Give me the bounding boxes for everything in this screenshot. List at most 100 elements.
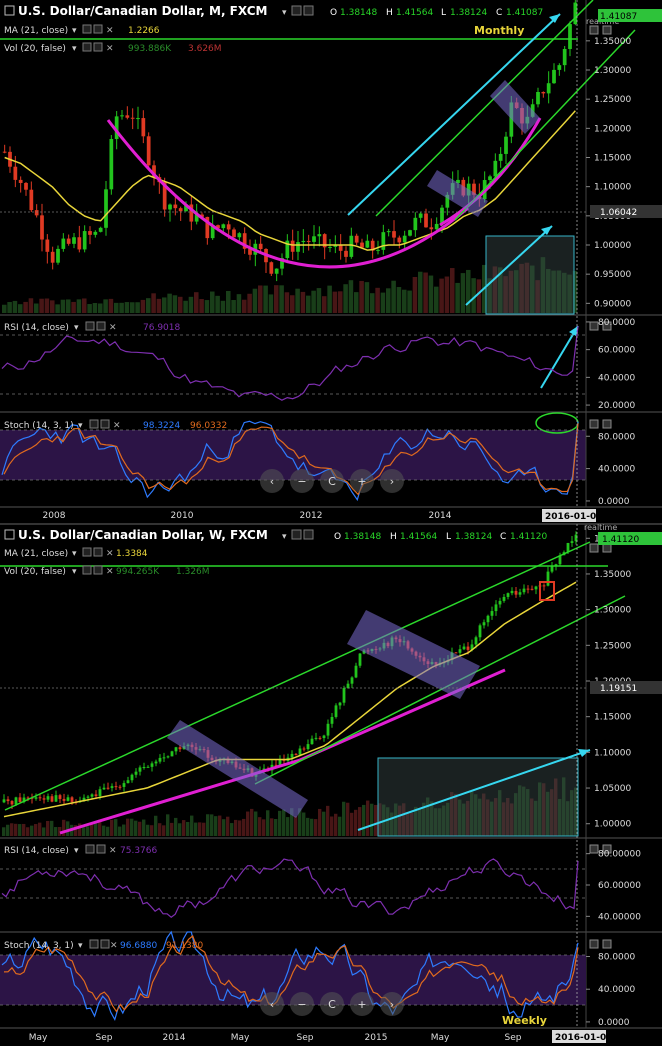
- volume-bar: [476, 279, 482, 313]
- weekly-rsi-label[interactable]: RSI (14, close): [4, 846, 69, 856]
- volume-bar: [279, 285, 284, 313]
- weekly-stoch-label[interactable]: Stoch (14, 3, 1): [4, 941, 74, 951]
- weekly-stoch-settings-icon[interactable]: [89, 939, 99, 949]
- volume-bar: [202, 822, 206, 836]
- volume-bar: [455, 282, 460, 313]
- weekly-ma-settings-icon[interactable]: [82, 547, 92, 557]
- monthly-vol-label[interactable]: Vol (20, false): [4, 44, 66, 54]
- nav-button-label[interactable]: +: [357, 998, 366, 1011]
- nav-button-label[interactable]: ‹: [270, 475, 274, 488]
- weekly-rsi-settings-icon[interactable]: [85, 844, 95, 854]
- volume-bar: [30, 825, 34, 836]
- nav-button-label[interactable]: −: [297, 998, 306, 1011]
- volume-bar: [358, 807, 362, 836]
- weekly-move-down-icon[interactable]: [602, 543, 612, 553]
- candle-body: [178, 208, 183, 212]
- candle-body: [546, 571, 550, 586]
- price-tick-label: 1.25000: [594, 95, 631, 105]
- volume-bar: [156, 298, 162, 313]
- monthly-rsi-gear-icon[interactable]: [96, 321, 106, 331]
- volume-bar: [7, 302, 12, 313]
- monthly-rsi-settings-icon[interactable]: [85, 321, 95, 331]
- volume-bar: [354, 809, 358, 836]
- monthly-ma-settings-icon[interactable]: [82, 24, 92, 34]
- weekly-stoch-close-icon[interactable]: ✕: [110, 941, 118, 951]
- weekly-title-chevron-down-icon[interactable]: ▾: [282, 532, 287, 542]
- monthly-stoch-gear-icon[interactable]: [100, 419, 110, 429]
- weekly-rsi-up-icon[interactable]: [589, 844, 599, 854]
- volume-bar: [194, 822, 198, 836]
- monthly-vol-settings-icon[interactable]: [82, 42, 92, 52]
- weekly-gear-icon[interactable]: [303, 529, 314, 540]
- nav-button-label[interactable]: +: [357, 475, 366, 488]
- monthly-gear-icon[interactable]: [303, 5, 314, 16]
- nav-button-label[interactable]: C: [328, 998, 336, 1011]
- monthly-vol-chevron-down-icon[interactable]: ▾: [72, 44, 77, 54]
- monthly-stoch-close-icon[interactable]: ✕: [113, 421, 121, 431]
- monthly-stoch-down-icon[interactable]: [602, 419, 612, 429]
- weekly-stoch-down-icon[interactable]: [602, 939, 612, 949]
- weekly-settings-icon[interactable]: [291, 529, 302, 540]
- monthly-vol-close-icon[interactable]: ✕: [106, 44, 114, 54]
- volume-bar: [162, 297, 167, 313]
- nav-button-label[interactable]: ›: [390, 475, 394, 488]
- candle-body: [134, 771, 138, 775]
- monthly-stoch-chevron-down-icon[interactable]: ▾: [78, 421, 83, 431]
- monthly-settings-icon[interactable]: [291, 5, 302, 16]
- weekly-rsi-chevron-down-icon[interactable]: ▾: [74, 846, 79, 856]
- monthly-rsi-label[interactable]: RSI (14, close): [4, 323, 69, 333]
- monthly-stoch-settings-icon[interactable]: [89, 419, 99, 429]
- candle-body: [77, 237, 82, 250]
- nav-button-label[interactable]: ‹: [270, 998, 274, 1011]
- volume-bar: [151, 293, 156, 313]
- volume-bar: [178, 823, 182, 836]
- monthly-close-label: C: [496, 8, 502, 18]
- weekly-vol-value-2: 1.326M: [176, 567, 210, 577]
- weekly-vol-value-1: 994.265K: [116, 567, 160, 577]
- monthly-vol-value-1: 993.886K: [128, 44, 172, 54]
- weekly-vol-settings-icon[interactable]: [82, 565, 92, 575]
- monthly-stoch-up-icon[interactable]: [589, 419, 599, 429]
- weekly-vol-chevron-down-icon[interactable]: ▾: [72, 567, 77, 577]
- weekly-rsi-close-icon[interactable]: ✕: [109, 846, 117, 856]
- nav-button-label[interactable]: −: [297, 475, 306, 488]
- axis-tick-label: 80.0000: [598, 432, 635, 442]
- monthly-move-up-icon[interactable]: [589, 25, 599, 35]
- volume-bar: [23, 301, 28, 313]
- weekly-ma-chevron-down-icon[interactable]: ▾: [72, 549, 77, 559]
- weekly-ma-gear-icon[interactable]: [93, 547, 103, 557]
- volume-bar: [370, 803, 374, 836]
- monthly-vol-gear-icon[interactable]: [93, 42, 103, 52]
- weekly-vol-label[interactable]: Vol (20, false): [4, 567, 66, 577]
- monthly-stoch-label[interactable]: Stoch (14, 3, 1): [4, 421, 74, 431]
- candle-body: [18, 797, 22, 802]
- weekly-stoch-up-icon[interactable]: [589, 939, 599, 949]
- nav-button-label[interactable]: C: [328, 475, 336, 488]
- monthly-rsi-up-icon[interactable]: [589, 321, 599, 331]
- weekly-move-up-icon[interactable]: [589, 543, 599, 553]
- volume-bar: [295, 288, 300, 313]
- monthly-title-chevron-down-icon[interactable]: ▾: [282, 8, 287, 18]
- volume-bar: [66, 821, 70, 836]
- monthly-ma-chevron-down-icon[interactable]: ▾: [72, 26, 77, 36]
- weekly-ma-label[interactable]: MA (21, close): [4, 549, 68, 559]
- weekly-ma-close-icon[interactable]: ✕: [106, 549, 114, 559]
- weekly-vol-close-icon[interactable]: ✕: [106, 567, 114, 577]
- monthly-ma-gear-icon[interactable]: [93, 24, 103, 34]
- candle-body: [226, 224, 231, 230]
- candle-body: [40, 215, 44, 240]
- candle-body: [334, 705, 338, 717]
- monthly-move-down-icon[interactable]: [602, 25, 612, 35]
- candle-body: [314, 737, 318, 739]
- weekly-vol-gear-icon[interactable]: [93, 565, 103, 575]
- candle-body: [490, 611, 494, 616]
- candle-body: [146, 136, 151, 166]
- monthly-ma-close-icon[interactable]: ✕: [106, 26, 114, 36]
- weekly-stoch-gear-icon[interactable]: [100, 939, 110, 949]
- monthly-ma-label[interactable]: MA (21, close): [4, 26, 68, 36]
- weekly-stoch-chevron-down-icon[interactable]: ▾: [78, 941, 83, 951]
- weekly-rsi-gear-icon[interactable]: [96, 844, 106, 854]
- monthly-rsi-chevron-down-icon[interactable]: ▾: [74, 323, 79, 333]
- monthly-rsi-close-icon[interactable]: ✕: [109, 323, 117, 333]
- nav-button-label[interactable]: ›: [390, 998, 394, 1011]
